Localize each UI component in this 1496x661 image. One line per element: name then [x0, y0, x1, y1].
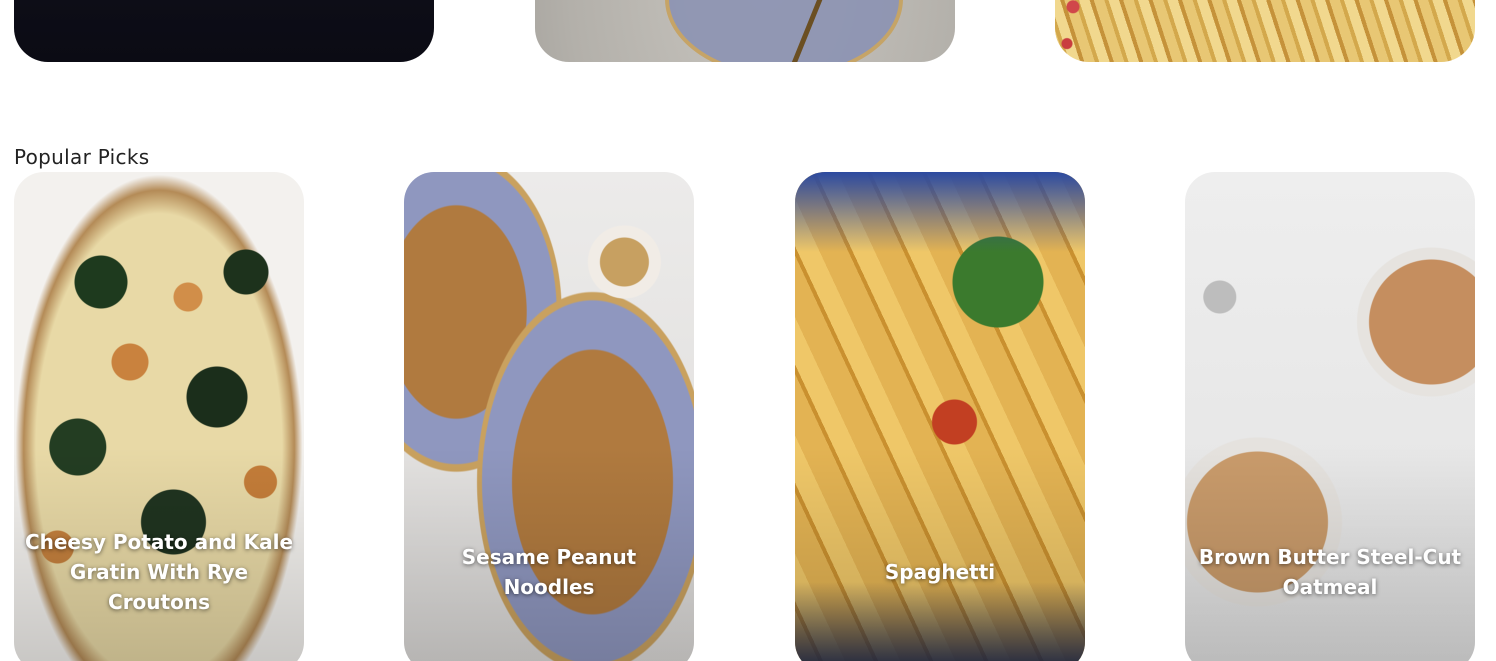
top-recipe-card-3[interactable]: [1055, 0, 1475, 62]
section-heading-popular-picks: Popular Picks: [14, 145, 150, 169]
recipe-card-cheesy-potato-kale-gratin[interactable]: Cheesy Potato and Kale Gratin With Rye C…: [14, 172, 304, 661]
top-recipe-card-2[interactable]: [535, 0, 955, 62]
recipe-image: [665, 0, 903, 62]
recipe-card-brown-butter-oatmeal[interactable]: Brown Butter Steel-Cut Oatmeal: [1185, 172, 1475, 661]
recipe-card-spaghetti[interactable]: Spaghetti: [795, 172, 1085, 661]
recipe-card-title: Cheesy Potato and Kale Gratin With Rye C…: [24, 530, 294, 614]
card-overlay: [795, 172, 1085, 661]
recipe-image: [1055, 0, 1115, 62]
recipe-card-title: Brown Butter Steel-Cut Oatmeal: [1198, 545, 1462, 599]
top-recipe-card-1[interactable]: [14, 0, 434, 62]
recipe-card-sesame-peanut-noodles[interactable]: Sesame Peanut Noodles: [404, 172, 694, 661]
recipe-card-title: Spaghetti: [884, 560, 996, 584]
recipe-card-title: Sesame Peanut Noodles: [461, 545, 637, 599]
recipe-page: Popular Picks Cheesy Potato and Kale Gra…: [0, 0, 1496, 661]
top-card-row: [0, 0, 1496, 62]
